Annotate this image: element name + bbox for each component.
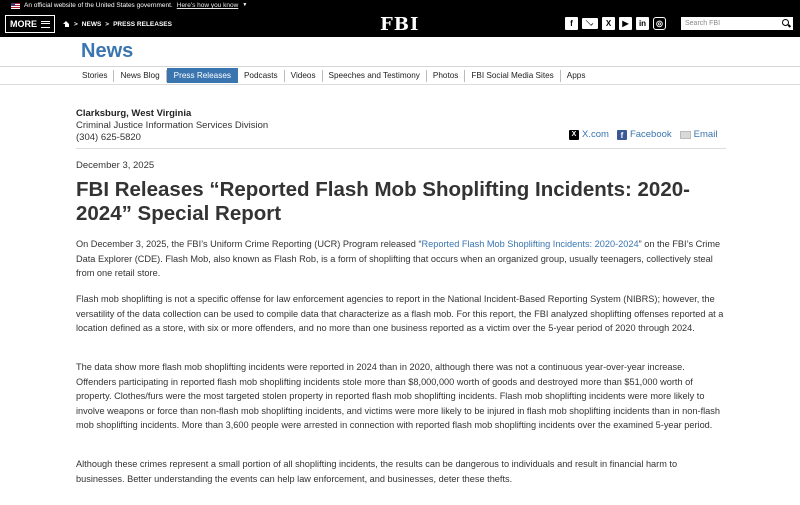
breadcrumb-separator: > [74,20,78,28]
article-headline: FBI Releases “Reported Flash Mob Shoplif… [76,178,690,225]
subnav-item-news-blog[interactable]: News Blog [114,69,167,82]
subnav-item-podcasts[interactable]: Podcasts [238,69,285,82]
breadcrumb-news[interactable]: NEWS [82,21,102,28]
facebook-icon: f [616,129,627,140]
linkedin-icon[interactable]: in [636,17,649,30]
share-facebook-link[interactable]: f Facebook [616,129,672,140]
home-icon[interactable] [63,20,70,28]
x-icon[interactable]: X [602,17,615,30]
divider [0,66,800,67]
report-link[interactable]: Reported Flash Mob Shoplifting Incidents… [422,239,639,249]
subnav-item-stories[interactable]: Stories [76,69,115,82]
more-menu-button[interactable]: MORE [5,15,55,33]
chevron-down-icon[interactable]: ▼ [242,0,247,11]
share-x-link[interactable]: X X.com [569,129,609,140]
article-paragraph: The data show more flash mob shoplifting… [76,362,720,430]
gov-banner: An official website of the United States… [0,0,800,11]
share-email-label: Email [693,129,718,140]
contact-block: Clarksburg, West Virginia Criminal Justi… [76,108,268,144]
email-icon [679,130,691,139]
social-links: f X ▶ in ◎ [565,17,666,30]
news-subnav: Stories News Blog Press Releases Podcast… [76,68,591,83]
search-placeholder: Search FBI [685,20,721,27]
share-facebook-label: Facebook [629,129,672,140]
contact-phone: (304) 625-5820 [76,132,141,143]
article-paragraph: Although these crimes represent a small … [76,459,678,484]
divider [0,84,800,85]
breadcrumb-separator: > [105,20,110,28]
x-icon: X [569,129,579,140]
share-links: X X.com f Facebook Email [569,129,717,140]
gov-banner-text: An official website of the United States… [24,2,173,9]
share-x-label: X.com [582,129,609,140]
article-paragraph: On December 3, 2025, the FBI’s Uniform C… [76,237,726,281]
subnav-item-photos[interactable]: Photos [427,69,466,82]
more-label: MORE [10,19,37,29]
divider [76,148,726,149]
contact-city: Clarksburg, West Virginia [76,108,192,119]
heres-how-you-know-link[interactable]: Here's how you know [177,0,239,11]
subnav-item-speeches[interactable]: Speeches and Testimony [323,69,427,82]
section-title[interactable]: News [81,40,133,63]
paragraph-text: On December 3, 2025, the FBI’s Uniform C… [76,239,422,249]
share-email-link[interactable]: Email [679,129,718,140]
us-flag-icon [11,2,20,9]
subnav-item-press-releases[interactable]: Press Releases [166,68,238,83]
search-input[interactable]: Search FBI [681,17,793,30]
article-paragraph: Flash mob shoplifting is not a specific … [76,294,724,333]
site-header: MORE > NEWS > PRESS RELEASES FBI f X ▶ i… [0,11,800,37]
youtube-icon[interactable]: ▶ [619,17,632,30]
fbi-logo[interactable]: FBI [380,14,419,35]
subnav-item-videos[interactable]: Videos [285,69,323,82]
email-icon[interactable] [582,18,598,29]
hamburger-icon [41,20,50,28]
subnav-item-apps[interactable]: Apps [561,70,592,82]
instagram-icon[interactable]: ◎ [653,17,666,30]
breadcrumb-press-releases[interactable]: PRESS RELEASES [113,21,172,28]
contact-division: Criminal Justice Information Services Di… [76,120,269,131]
breadcrumb: > NEWS > PRESS RELEASES [63,11,172,37]
subnav-item-social-media[interactable]: FBI Social Media Sites [465,69,561,82]
publish-date: December 3, 2025 [76,160,155,171]
search-icon[interactable] [782,19,789,26]
facebook-icon[interactable]: f [565,17,578,30]
